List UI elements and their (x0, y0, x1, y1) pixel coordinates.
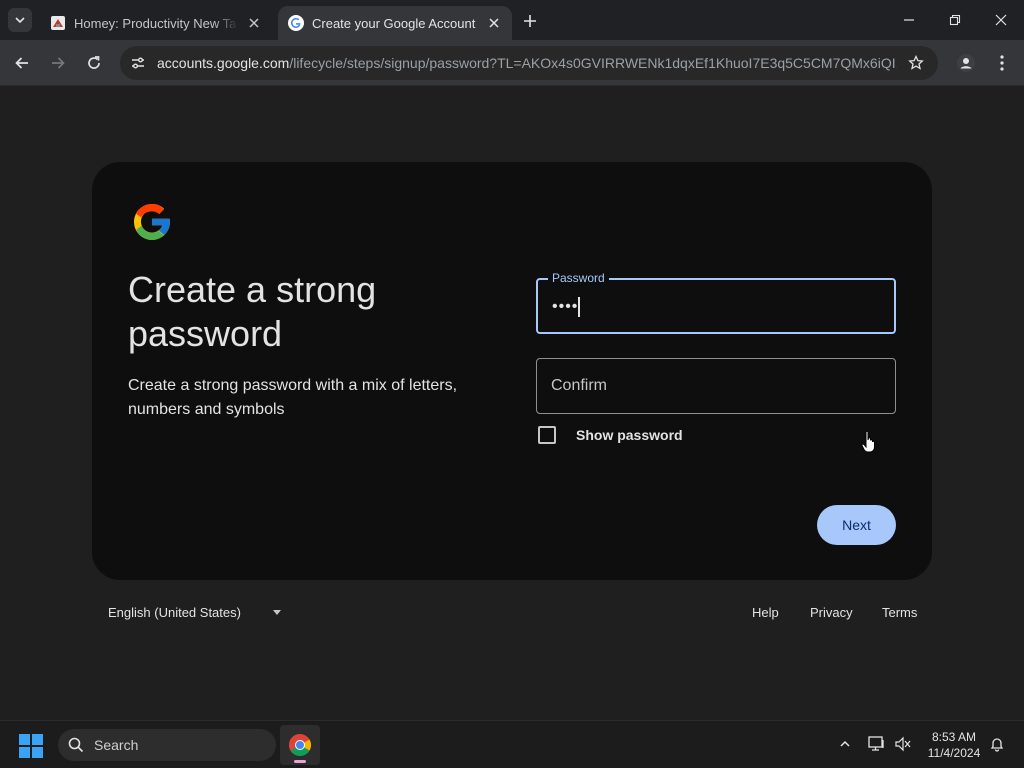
page-content: Create a strong password Create a strong… (0, 86, 1024, 720)
password-label: Password (548, 271, 609, 285)
clock-date: 11/4/2024 (927, 746, 981, 760)
chevron-down-icon (15, 17, 25, 24)
taskbar-chrome-button[interactable] (280, 725, 320, 765)
volume-muted-icon (895, 736, 911, 752)
tab-google-account[interactable]: Create your Google Account (278, 6, 512, 40)
network-button[interactable] (866, 733, 888, 755)
taskbar-clock[interactable]: 8:53 AM 11/4/2024 (918, 729, 990, 761)
clock-time: 8:53 AM (931, 730, 977, 744)
notifications-button[interactable] (986, 733, 1008, 755)
arrow-right-icon (52, 57, 65, 69)
taskbar: Search 8:53 AM 11/4/2024 (0, 720, 1024, 768)
close-icon (995, 14, 1007, 26)
confirm-input[interactable] (551, 373, 871, 399)
browser-toolbar: accounts.google.com/lifecycle/steps/sign… (0, 40, 1024, 86)
restore-icon (949, 14, 961, 26)
reload-icon (88, 56, 100, 69)
address-bar[interactable]: accounts.google.com/lifecycle/steps/sign… (120, 46, 938, 80)
new-tab-button[interactable] (518, 9, 542, 33)
tab-strip: Homey: Productivity New Tab - Create you… (0, 0, 1024, 40)
url-path: /lifecycle/steps/signup/password?TL=AKOx… (289, 55, 897, 71)
tab-title: Homey: Productivity New Tab - (74, 15, 238, 31)
back-button[interactable] (8, 49, 36, 77)
search-icon (68, 737, 84, 753)
tab-search-button[interactable] (8, 8, 32, 32)
volume-button[interactable] (892, 733, 914, 755)
bookmark-star-icon[interactable] (906, 53, 926, 73)
taskbar-search-label: Search (94, 737, 139, 753)
close-tab-icon[interactable] (246, 15, 262, 31)
minimize-icon (904, 19, 914, 21)
tab-title: Create your Google Account (312, 15, 476, 31)
help-link[interactable]: Help (752, 605, 779, 620)
signup-card: Create a strong password Create a strong… (92, 162, 932, 580)
text-caret (578, 297, 580, 317)
url-host: accounts.google.com (157, 55, 290, 71)
tab-homey[interactable]: Homey: Productivity New Tab - (40, 6, 272, 40)
close-tab-icon[interactable] (486, 15, 502, 31)
show-password-label: Show password (576, 427, 683, 443)
network-monitor-icon (868, 736, 884, 751)
close-window-button[interactable] (978, 0, 1024, 40)
hand-cursor-icon (861, 430, 875, 453)
google-logo-icon (134, 204, 170, 240)
browser-menu-button[interactable] (988, 49, 1016, 77)
show-password-checkbox[interactable] (538, 426, 556, 444)
page-subtitle: Create a strong password with a mix of l… (128, 377, 458, 418)
confirm-field[interactable] (536, 358, 896, 414)
password-field[interactable]: Password (536, 271, 896, 334)
forward-button[interactable] (44, 49, 72, 77)
next-button[interactable]: Next (817, 505, 896, 545)
plus-icon (524, 15, 536, 27)
show-password-toggle[interactable]: Show password (538, 426, 683, 444)
bell-icon (990, 738, 1004, 752)
language-selector[interactable]: English (United States) (108, 605, 281, 620)
chevron-up-icon (840, 740, 850, 747)
site-settings-icon[interactable] (128, 53, 148, 73)
chrome-icon (289, 734, 311, 756)
reload-button[interactable] (80, 49, 108, 77)
restore-button[interactable] (932, 0, 978, 40)
windows-start-icon[interactable] (18, 733, 44, 759)
password-input[interactable] (552, 294, 872, 320)
show-hidden-icons-button[interactable] (834, 733, 856, 755)
active-app-indicator (294, 760, 306, 763)
homey-favicon-icon (51, 16, 65, 30)
arrow-left-icon (15, 57, 28, 69)
url-text[interactable]: accounts.google.com/lifecycle/steps/sign… (157, 55, 897, 71)
minimize-button[interactable] (886, 0, 932, 40)
page-title: Create a strong password (128, 269, 377, 354)
profile-button[interactable] (952, 49, 980, 77)
terms-link[interactable]: Terms (882, 605, 917, 620)
language-label: English (United States) (108, 605, 241, 620)
person-icon (957, 54, 975, 72)
taskbar-search[interactable]: Search (58, 729, 276, 761)
dropdown-arrow-icon (272, 610, 281, 615)
footer: English (United States) Help Privacy Ter… (92, 602, 932, 626)
more-vertical-icon (1000, 55, 1004, 71)
google-favicon-icon (288, 15, 304, 31)
privacy-link[interactable]: Privacy (810, 605, 853, 620)
